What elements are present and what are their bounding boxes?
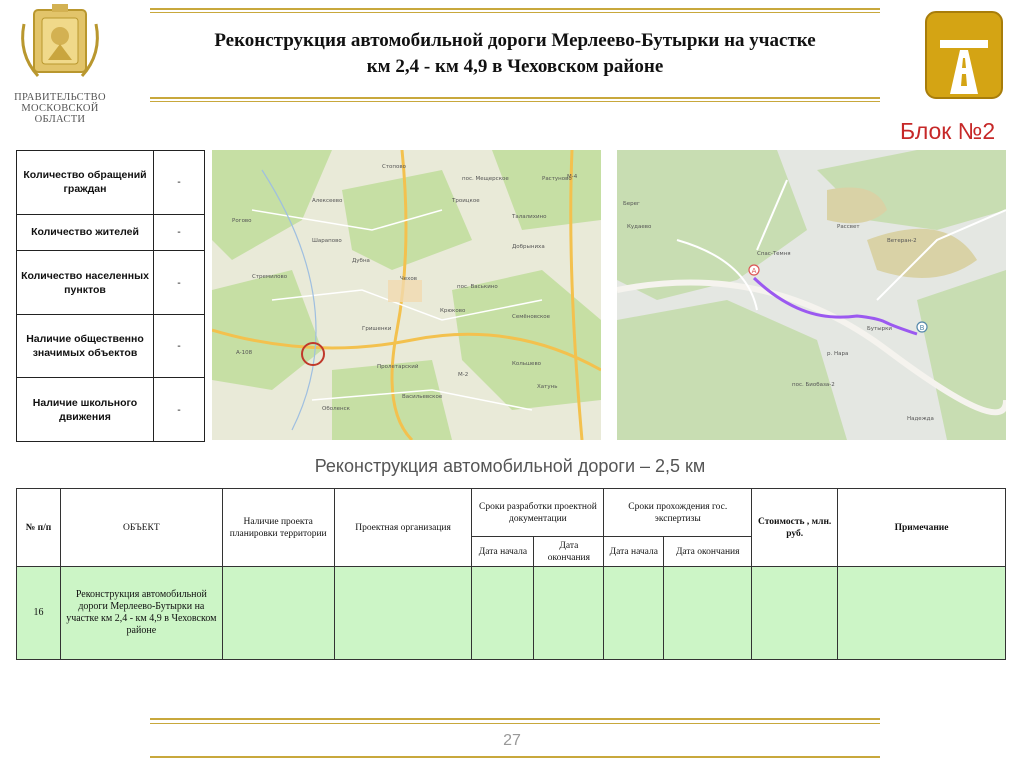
route-start-marker: A bbox=[752, 267, 757, 275]
col-note: Примечание bbox=[837, 488, 1006, 567]
info-label: Количество обращений граждан bbox=[16, 150, 154, 215]
section-subtitle: Реконструкция автомобильной дороги – 2,5… bbox=[314, 456, 706, 476]
cell-object: Реконструкция автомобильной дороги Мерле… bbox=[59, 566, 223, 660]
col-num: № п/п bbox=[16, 488, 61, 567]
page-number: 27 bbox=[503, 732, 521, 749]
cell-exp-start bbox=[603, 566, 665, 660]
map-label: Рогово bbox=[232, 218, 252, 224]
map-label: р. Нара bbox=[827, 351, 848, 357]
col-exp-terms: Сроки прохождения гос. экспертизы bbox=[603, 488, 753, 537]
map-label: Стопово bbox=[382, 164, 407, 170]
map-label: Оболенск bbox=[322, 406, 351, 412]
footer-gold-line bbox=[150, 718, 880, 720]
col-object: ОБЪЕКТ bbox=[59, 488, 223, 567]
info-value: - bbox=[153, 250, 205, 315]
government-caption: ПРАВИТЕЛЬСТВО МОСКОВСКОЙ ОБЛАСТИ bbox=[8, 92, 112, 125]
gov-line: ОБЛАСТИ bbox=[34, 114, 86, 125]
info-label: Наличие общественно значимых объектов bbox=[16, 313, 154, 379]
map-label: пос. Васькино bbox=[457, 284, 498, 290]
info-row: Наличие общественно значимых объектов - bbox=[16, 313, 205, 379]
cell-planning bbox=[221, 566, 335, 660]
info-value: - bbox=[153, 150, 205, 215]
info-table: Количество обращений граждан - Количеств… bbox=[16, 150, 205, 442]
map-label: Кудаево bbox=[627, 224, 652, 230]
map-label: Кольшево bbox=[512, 361, 542, 367]
table-row: 16 Реконструкция автомобильной дороги Ме… bbox=[16, 566, 1006, 660]
top-gold-line-thin bbox=[150, 12, 880, 13]
map-label: Талалихино bbox=[511, 214, 547, 220]
map-label: Рассвет bbox=[837, 224, 860, 230]
map-label: пос. Биобаза-2 bbox=[792, 382, 835, 388]
col-exp-end: Дата окончания bbox=[663, 536, 753, 567]
col-exp-start: Дата начала bbox=[603, 536, 665, 567]
info-label: Наличие школьного движения bbox=[16, 377, 154, 442]
info-row: Количество жителей - bbox=[16, 213, 205, 252]
block-label: Блок №2 bbox=[900, 118, 996, 144]
route-map[interactable]: A B Берег Кудаево Рассвет Спас-Темня Ветеран… bbox=[617, 150, 1006, 440]
cell-dev-start bbox=[471, 566, 535, 660]
gov-line: МОСКОВСКОЙ bbox=[21, 103, 99, 114]
col-cost: Стоимость , млн. руб. bbox=[751, 488, 839, 567]
cell-num: 16 bbox=[16, 566, 61, 660]
top-gold-line bbox=[150, 8, 880, 10]
info-row: Количество населенных пунктов - bbox=[16, 250, 205, 315]
page-title: Реконструкция автомобильной дороги Мерле… bbox=[150, 28, 880, 80]
cell-cost bbox=[751, 566, 839, 660]
col-dev-terms: Сроки разработки проектной документации bbox=[471, 488, 605, 537]
road-logo-icon bbox=[924, 10, 1004, 100]
map-label: Бутырки bbox=[867, 326, 892, 332]
info-value: - bbox=[153, 213, 205, 252]
cell-org bbox=[333, 566, 473, 660]
route-end-marker: B bbox=[920, 324, 925, 332]
map-label: Троицкое bbox=[451, 198, 480, 204]
map-label: Пролетарский bbox=[377, 363, 419, 370]
table-header-row: № п/п ОБЪЕКТ Наличие проекта планировки … bbox=[16, 488, 1006, 567]
map-label: Гришенки bbox=[362, 326, 392, 332]
map-label: пос. Мещерское bbox=[462, 176, 509, 182]
col-dev-end: Дата окончания bbox=[533, 536, 605, 567]
cell-dev-end bbox=[533, 566, 605, 660]
map-label: Васильевское bbox=[402, 394, 443, 400]
footer-bottom-line bbox=[150, 756, 880, 758]
title-gold-line-thin bbox=[150, 101, 880, 102]
cell-exp-end bbox=[663, 566, 753, 660]
map-label: M-4 bbox=[567, 174, 578, 180]
col-dev-start: Дата начала bbox=[471, 536, 535, 567]
gov-line: ПРАВИТЕЛЬСТВО bbox=[14, 92, 106, 103]
map-label: Стремилово bbox=[252, 274, 288, 280]
map-label: Шарапово bbox=[312, 238, 342, 244]
map-label: A-108 bbox=[236, 350, 253, 356]
map-label: Крюково bbox=[440, 308, 466, 314]
col-org: Проектная организация bbox=[333, 488, 473, 567]
info-row: Наличие школьного движения - bbox=[16, 377, 205, 442]
map-label: Семёновское bbox=[512, 314, 551, 320]
col-planning: Наличие проекта планировки территории bbox=[221, 488, 335, 567]
projects-table: № п/п ОБЪЕКТ Наличие проекта планировки … bbox=[16, 488, 1006, 660]
info-value: - bbox=[153, 313, 205, 379]
map-label: Спас-Темня bbox=[757, 251, 791, 257]
map-label: Алексеево bbox=[312, 198, 343, 204]
map-label: Дубна bbox=[352, 258, 370, 264]
map-label: Берег bbox=[623, 201, 640, 207]
region-map[interactable]: Стопово пос. Мещерское Растуново Алексеево Т… bbox=[212, 150, 601, 440]
info-label: Количество населенных пунктов bbox=[16, 250, 154, 315]
map-label: Добрыниха bbox=[512, 244, 545, 250]
map-label: Чехов bbox=[400, 276, 417, 282]
footer-gold-line-thin bbox=[150, 723, 880, 724]
info-row: Количество обращений граждан - bbox=[16, 150, 205, 215]
map-label: M-2 bbox=[458, 372, 468, 378]
map-label: Надежда bbox=[907, 416, 934, 422]
map-label: Хатунь bbox=[537, 384, 557, 390]
info-value: - bbox=[153, 377, 205, 442]
info-label: Количество жителей bbox=[16, 213, 154, 252]
map-label: Ветеран-2 bbox=[887, 238, 917, 244]
title-line-2: км 2,4 - км 4,9 в Чеховском районе bbox=[366, 56, 664, 77]
title-gold-line bbox=[150, 97, 880, 99]
cell-note bbox=[837, 566, 1006, 660]
title-line-1: Реконструкция автомобильной дороги Мерле… bbox=[214, 30, 816, 51]
